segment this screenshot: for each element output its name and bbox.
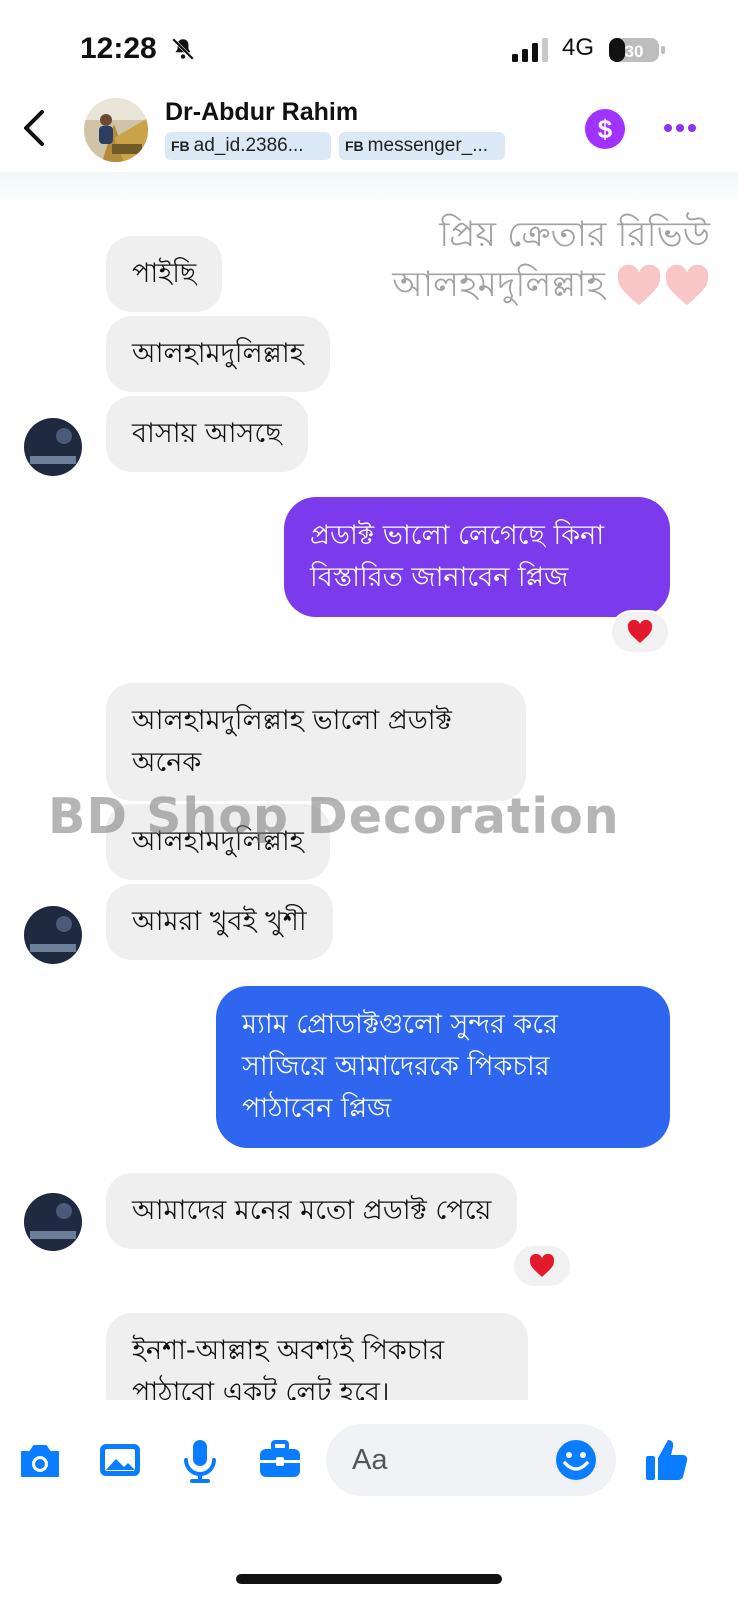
message-incoming[interactable]: আমাদের মনের মতো প্রডাক্ট পেয়ে	[106, 1173, 518, 1249]
pink-heart-icon	[617, 265, 661, 306]
caption-line-1: প্রিয় ক্রেতার রিভিউ	[439, 215, 710, 255]
fb-tag-prefix: FB	[171, 138, 190, 154]
signal-icon	[512, 38, 548, 62]
message-incoming[interactable]: আলহামদুলিল্লাহ	[106, 316, 330, 392]
battery-icon: 30	[609, 38, 665, 62]
camera-icon[interactable]	[16, 1436, 64, 1484]
pink-hearts	[616, 265, 710, 307]
home-indicator	[236, 1574, 502, 1584]
contact-name[interactable]: Dr-Abdur Rahim	[165, 98, 358, 127]
status-bar: 12:28 4G 30	[0, 0, 738, 90]
battery-level: 30	[625, 42, 644, 61]
briefcase-icon[interactable]	[256, 1436, 304, 1484]
message-input-placeholder: Aa	[352, 1444, 388, 1476]
messenger-tag: FB messenger_...	[339, 132, 505, 160]
message-outgoing[interactable]: ম্যাম প্রোডাক্টগুলো সুন্দর করে সাজিয়ে আ…	[216, 986, 670, 1148]
image-icon[interactable]	[96, 1436, 144, 1484]
contact-avatar[interactable]	[84, 98, 148, 162]
ad-id-tag: FB ad_id.2386...	[165, 132, 331, 160]
sender-avatar[interactable]	[24, 418, 82, 476]
sender-avatar[interactable]	[24, 906, 82, 964]
payment-dollar-icon[interactable]: $	[584, 108, 626, 150]
bell-muted-icon	[172, 38, 194, 60]
svg-text:$: $	[598, 114, 613, 144]
messenger-tag-text: messenger_...	[367, 135, 489, 156]
header-divider	[0, 172, 738, 200]
message-incoming[interactable]: আমরা খুবই খুশী	[106, 884, 333, 960]
pink-heart-icon	[665, 265, 709, 306]
message-incoming[interactable]: আলহামদুলিল্লাহ ভালো প্রডাক্ট অনেক	[106, 683, 526, 801]
red-heart-icon	[627, 620, 653, 643]
reaction-badge[interactable]	[512, 1244, 572, 1288]
conversation-header: Dr-Abdur Rahim FB ad_id.2386... FB messeng…	[0, 90, 738, 172]
more-options-icon[interactable]	[660, 116, 700, 140]
red-heart-icon	[529, 1254, 555, 1277]
reaction-badge[interactable]	[610, 610, 670, 654]
message-incoming[interactable]: বাসায় আসছে	[106, 396, 308, 472]
ad-id-text: ad_id.2386...	[193, 135, 304, 156]
network-type: 4G	[562, 34, 595, 61]
microphone-icon[interactable]	[176, 1436, 224, 1484]
thumbs-up-icon[interactable]	[642, 1436, 690, 1484]
message-composer: Aa	[0, 1400, 738, 1530]
caption-line-2: আলহমদুলিল্লাহ	[392, 265, 605, 305]
back-arrow-icon[interactable]	[16, 106, 52, 150]
message-incoming[interactable]: পাইছি	[106, 236, 223, 312]
sender-avatar[interactable]	[24, 1193, 82, 1251]
message-outgoing[interactable]: প্রডাক্ট ভালো লেগেছে কিনা বিস্তারিত জানা…	[284, 497, 670, 617]
emoji-icon[interactable]	[552, 1436, 600, 1484]
brand-watermark: BD Shop Decoration	[48, 788, 620, 845]
fb-tag-prefix: FB	[345, 138, 364, 154]
review-caption: প্রিয় ক্রেতার রিভিউ আলহমদুলিল্লাহ	[392, 210, 710, 310]
status-time: 12:28	[80, 32, 157, 65]
